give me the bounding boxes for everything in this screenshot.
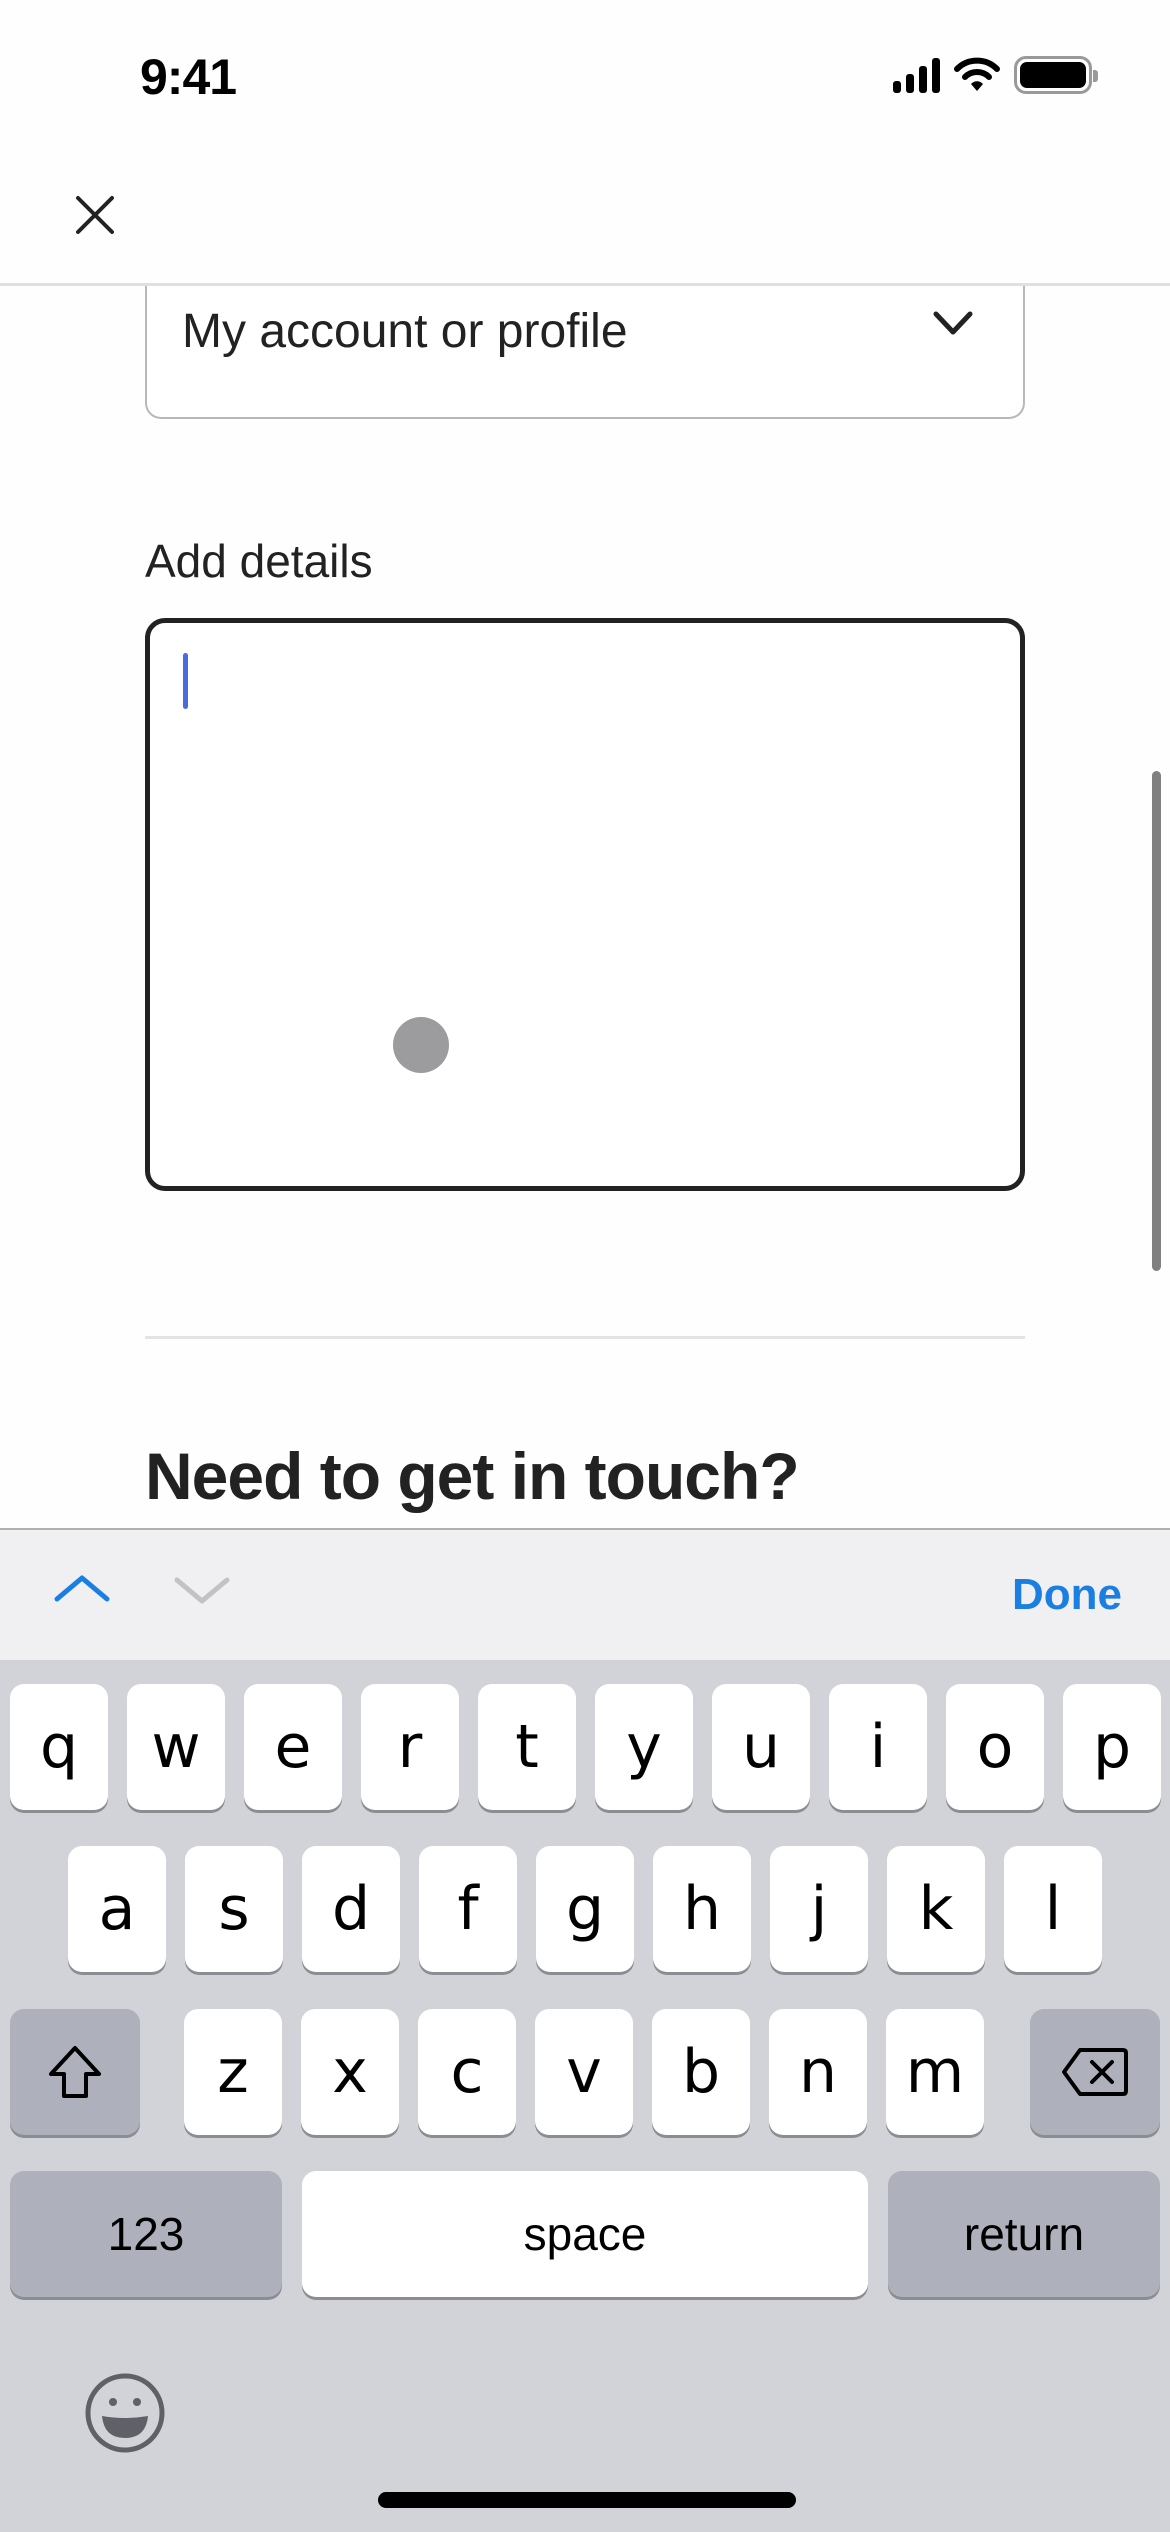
keyboard: qwertyuiop asdfghjkl zxcvbnm 123 space r… bbox=[0, 1660, 1170, 2532]
details-label: Add details bbox=[145, 535, 373, 587]
key-g[interactable]: g bbox=[536, 1846, 634, 1972]
key-j[interactable]: j bbox=[770, 1846, 868, 1972]
key-l[interactable]: l bbox=[1004, 1846, 1102, 1972]
touch-indicator bbox=[393, 1017, 449, 1073]
key-z[interactable]: z bbox=[184, 2009, 282, 2135]
close-button[interactable] bbox=[70, 190, 120, 240]
chevron-down-icon bbox=[174, 1577, 230, 1604]
key-s[interactable]: s bbox=[185, 1846, 283, 1972]
key-i[interactable]: i bbox=[829, 1684, 927, 1810]
key-p[interactable]: p bbox=[1063, 1684, 1161, 1810]
key-o[interactable]: o bbox=[946, 1684, 1044, 1810]
home-indicator bbox=[378, 2492, 796, 2508]
key-n[interactable]: n bbox=[769, 2009, 867, 2135]
next-field-button[interactable] bbox=[170, 1566, 234, 1616]
shift-icon bbox=[49, 2046, 101, 2098]
nav-header bbox=[0, 150, 1170, 286]
wifi-icon bbox=[954, 57, 1000, 91]
done-button[interactable]: Done bbox=[1012, 1570, 1122, 1620]
key-k[interactable]: k bbox=[887, 1846, 985, 1972]
status-icons bbox=[893, 56, 1098, 94]
key-c[interactable]: c bbox=[418, 2009, 516, 2135]
key-h[interactable]: h bbox=[653, 1846, 751, 1972]
status-bar: 9:41 bbox=[0, 0, 1170, 150]
shift-key[interactable] bbox=[10, 2009, 140, 2135]
key-w[interactable]: w bbox=[127, 1684, 225, 1810]
key-m[interactable]: m bbox=[886, 2009, 984, 2135]
key-r[interactable]: r bbox=[361, 1684, 459, 1810]
battery-icon bbox=[1014, 56, 1098, 94]
chevron-down-icon bbox=[933, 311, 973, 335]
section-title: Need to get in touch? bbox=[145, 1439, 800, 1513]
form-content: My account or profile Add details Need t… bbox=[0, 286, 1170, 1528]
return-key[interactable]: return bbox=[888, 2171, 1160, 2297]
space-key[interactable]: space bbox=[302, 2171, 868, 2297]
key-v[interactable]: v bbox=[535, 2009, 633, 2135]
key-e[interactable]: e bbox=[244, 1684, 342, 1810]
keyboard-accessory-bar: Done bbox=[0, 1528, 1170, 1660]
text-caret bbox=[183, 653, 188, 709]
key-q[interactable]: q bbox=[10, 1684, 108, 1810]
key-u[interactable]: u bbox=[712, 1684, 810, 1810]
previous-field-button[interactable] bbox=[50, 1566, 114, 1616]
status-time: 9:41 bbox=[140, 49, 237, 105]
scrollbar[interactable] bbox=[1152, 771, 1161, 1271]
emoji-icon bbox=[85, 2373, 165, 2453]
key-y[interactable]: y bbox=[595, 1684, 693, 1810]
key-t[interactable]: t bbox=[478, 1684, 576, 1810]
key-b[interactable]: b bbox=[652, 2009, 750, 2135]
cellular-signal-icon bbox=[893, 57, 940, 93]
key-x[interactable]: x bbox=[301, 2009, 399, 2135]
topic-select[interactable]: My account or profile bbox=[145, 286, 1025, 419]
numbers-key[interactable]: 123 bbox=[10, 2171, 282, 2297]
section-divider bbox=[145, 1336, 1025, 1339]
emoji-button[interactable] bbox=[84, 2372, 166, 2454]
key-d[interactable]: d bbox=[302, 1846, 400, 1972]
backspace-icon bbox=[1062, 2048, 1128, 2096]
delete-key[interactable] bbox=[1030, 2009, 1160, 2135]
details-textarea[interactable] bbox=[145, 618, 1025, 1191]
chevron-up-icon bbox=[54, 1575, 110, 1602]
key-f[interactable]: f bbox=[419, 1846, 517, 1972]
topic-select-value: My account or profile bbox=[182, 305, 628, 358]
close-icon bbox=[76, 196, 114, 234]
key-a[interactable]: a bbox=[68, 1846, 166, 1972]
